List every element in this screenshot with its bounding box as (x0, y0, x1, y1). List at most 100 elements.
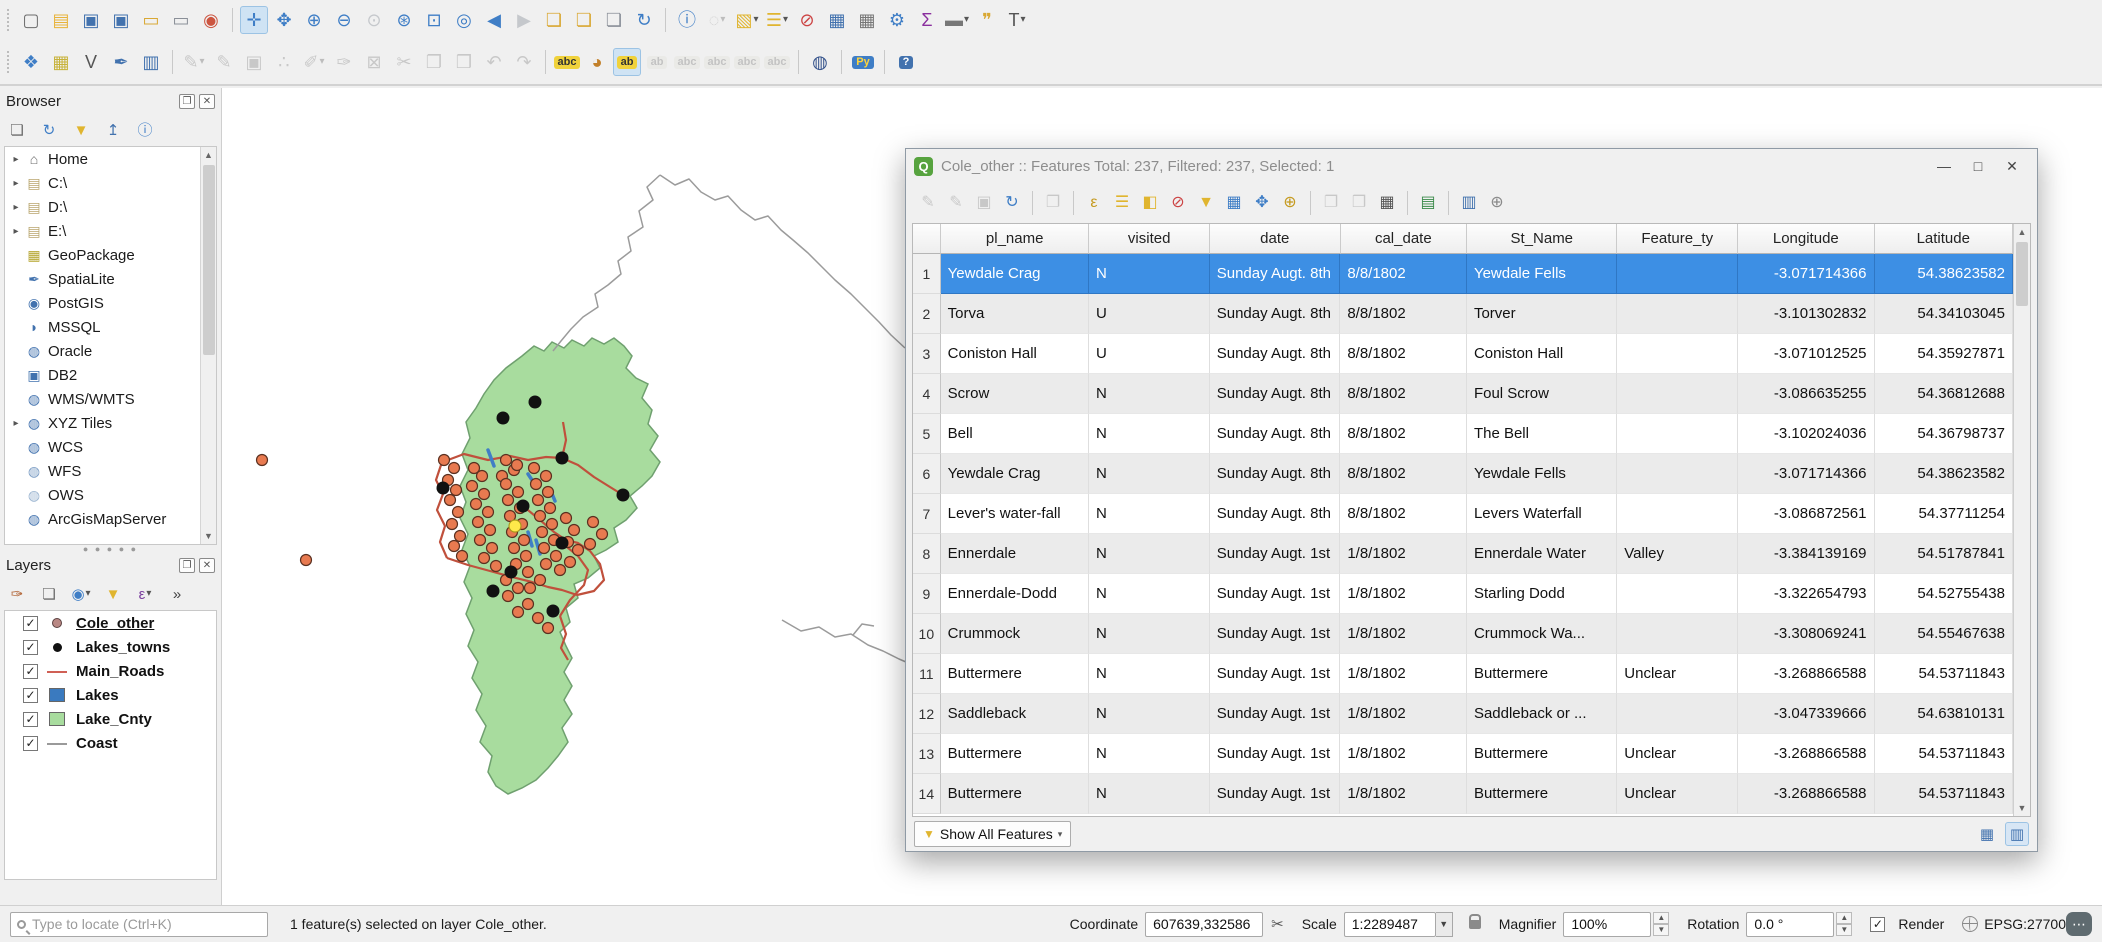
cole-other-point[interactable] (257, 455, 268, 466)
attr-actions-button[interactable]: ⊕ (1484, 190, 1510, 216)
zoom-to-layer-button[interactable]: ⊡ (420, 6, 448, 34)
browser-item-c[interactable]: ▸▤C:\ (5, 171, 216, 195)
cell-Longitude[interactable]: -3.322654793 (1738, 574, 1875, 614)
cell-cal_date[interactable]: 1/8/1802 (1340, 654, 1467, 694)
cell-Feature_ty[interactable] (1617, 454, 1738, 494)
table-row[interactable]: 3Coniston HallUSunday Augt. 8th8/8/1802C… (913, 334, 2013, 374)
lakes-town-point[interactable] (556, 537, 569, 550)
attr-move-selection-top-button[interactable]: ▦ (1221, 190, 1247, 216)
table-row[interactable]: 7Lever's water-fallNSunday Augt. 8th8/8/… (913, 494, 2013, 534)
browser-item-spatialite[interactable]: ✒SpatiaLite (5, 267, 216, 291)
cell-Feature_ty[interactable] (1617, 574, 1738, 614)
lakes-town-point[interactable] (497, 412, 510, 425)
cole-other-point[interactable] (491, 561, 502, 572)
cole-other-point[interactable] (541, 559, 552, 570)
cole-other-point[interactable] (479, 553, 490, 564)
table-row[interactable]: 6Yewdale CragNSunday Augt. 8th8/8/1802Ye… (913, 454, 2013, 494)
column-header-visited[interactable]: visited (1089, 224, 1210, 254)
cell-Latitude[interactable]: 54.38623582 (1875, 454, 2013, 494)
cole-other-point[interactable] (525, 583, 536, 594)
lakes-town-point[interactable] (505, 566, 518, 579)
cole-other-point[interactable] (477, 471, 488, 482)
cell-Latitude[interactable]: 54.52755438 (1875, 574, 2013, 614)
row-number[interactable]: 1 (913, 254, 941, 294)
attr-select-by-expression-button[interactable]: ε (1081, 190, 1107, 216)
cell-cal_date[interactable]: 1/8/1802 (1340, 774, 1467, 814)
cell-visited[interactable]: N (1089, 534, 1210, 574)
cell-visited[interactable]: N (1089, 734, 1210, 774)
magnifier-spinner[interactable]: ▲▼ (1653, 912, 1669, 936)
row-number[interactable]: 4 (913, 374, 941, 414)
cell-Longitude[interactable]: -3.268866588 (1738, 654, 1875, 694)
cell-date[interactable]: Sunday Augt. 8th (1210, 414, 1341, 454)
cell-visited[interactable]: U (1089, 294, 1210, 334)
cole-other-point[interactable] (555, 565, 566, 576)
browser-filter-button[interactable]: ▼ (70, 119, 92, 141)
cell-pl_name[interactable]: Scrow (941, 374, 1089, 414)
cole-other-point[interactable] (543, 487, 554, 498)
cell-cal_date[interactable]: 1/8/1802 (1340, 734, 1467, 774)
cell-cal_date[interactable]: 1/8/1802 (1340, 694, 1467, 734)
cole-other-point[interactable] (473, 517, 484, 528)
cell-date[interactable]: Sunday Augt. 1st (1210, 774, 1341, 814)
cole-other-point[interactable] (541, 471, 552, 482)
cole-other-point[interactable] (535, 575, 546, 586)
cole-other-point[interactable] (501, 455, 512, 466)
cell-Longitude[interactable]: -3.071012525 (1738, 334, 1875, 374)
cell-visited[interactable]: N (1089, 574, 1210, 614)
browser-add-layer-button[interactable]: ❏ (6, 119, 28, 141)
open-project-button[interactable]: ▤ (47, 6, 75, 34)
new-shapefile-layer-button[interactable]: V (77, 48, 105, 76)
cell-Feature_ty[interactable]: Unclear (1617, 654, 1738, 694)
layers-overflow-button[interactable]: » (166, 583, 188, 605)
show-bookmarks-button[interactable]: ❏ (600, 6, 628, 34)
select-by-value-button[interactable]: ☰▾ (763, 6, 791, 34)
column-header-date[interactable]: date (1210, 224, 1341, 254)
cole-other-point[interactable] (539, 543, 550, 554)
expand-arrow-icon[interactable]: ▸ (9, 226, 23, 237)
cell-visited[interactable]: N (1089, 774, 1210, 814)
new-bookmark-extents-button[interactable]: ❏ (570, 6, 598, 34)
cell-date[interactable]: Sunday Augt. 8th (1210, 454, 1341, 494)
cell-pl_name[interactable]: Lever's water-fall (941, 494, 1089, 534)
pan-map-button[interactable]: ✛ (240, 6, 268, 34)
table-row[interactable]: 2TorvaUSunday Augt. 8th8/8/1802Torver-3.… (913, 294, 2013, 334)
cell-St_Name[interactable]: Coniston Hall (1467, 334, 1617, 374)
cell-Latitude[interactable]: 54.53711843 (1875, 774, 2013, 814)
cell-pl_name[interactable]: Coniston Hall (941, 334, 1089, 374)
column-header-pl_name[interactable]: pl_name (941, 224, 1089, 254)
cole-other-point[interactable] (535, 511, 546, 522)
browser-item-postgis[interactable]: ◉PostGIS (5, 291, 216, 315)
expand-arrow-icon[interactable]: ▸ (9, 154, 23, 165)
browser-item-d[interactable]: ▸▤D:\ (5, 195, 216, 219)
cole-other-point[interactable] (449, 541, 460, 552)
layer-item-lakes_towns[interactable]: ✓Lakes_towns (5, 635, 216, 659)
expand-arrow-icon[interactable]: ▸ (9, 202, 23, 213)
cole-other-point[interactable] (529, 463, 540, 474)
crs-status[interactable]: EPSG:27700 (1962, 916, 2066, 932)
browser-scroll-up[interactable]: ▲ (201, 147, 216, 163)
toolbar-grip[interactable] (7, 51, 13, 73)
cell-pl_name[interactable]: Yewdale Crag (941, 254, 1089, 294)
cell-St_Name[interactable]: Starling Dodd (1467, 574, 1617, 614)
cell-St_Name[interactable]: Ennerdale Water (1467, 534, 1617, 574)
open-attribute-table-button[interactable]: ▦ (823, 6, 851, 34)
window-close-button[interactable]: ✕ (1995, 154, 2029, 178)
cell-pl_name[interactable]: Saddleback (941, 694, 1089, 734)
browser-properties-button[interactable]: ⓘ (134, 119, 156, 141)
cole-other-point[interactable] (457, 551, 468, 562)
add-group-button[interactable]: ❏ (38, 583, 60, 605)
coordinate-input[interactable]: 607639,332586 (1145, 912, 1263, 937)
cole-other-point[interactable] (533, 613, 544, 624)
row-number[interactable]: 2 (913, 294, 941, 334)
cole-other-point[interactable] (471, 499, 482, 510)
cole-other-point[interactable] (588, 517, 599, 528)
cole-other-point[interactable] (485, 525, 496, 536)
cole-other-point[interactable] (513, 583, 524, 594)
cole-other-point[interactable] (301, 555, 312, 566)
show-all-features-button[interactable]: ▼ Show All Features ▾ (914, 821, 1071, 847)
browser-close-button[interactable]: ✕ (199, 94, 215, 109)
zoom-to-selection-button[interactable]: ◎ (450, 6, 478, 34)
layer-item-lakes[interactable]: ✓Lakes (5, 683, 216, 707)
cell-visited[interactable]: N (1089, 414, 1210, 454)
